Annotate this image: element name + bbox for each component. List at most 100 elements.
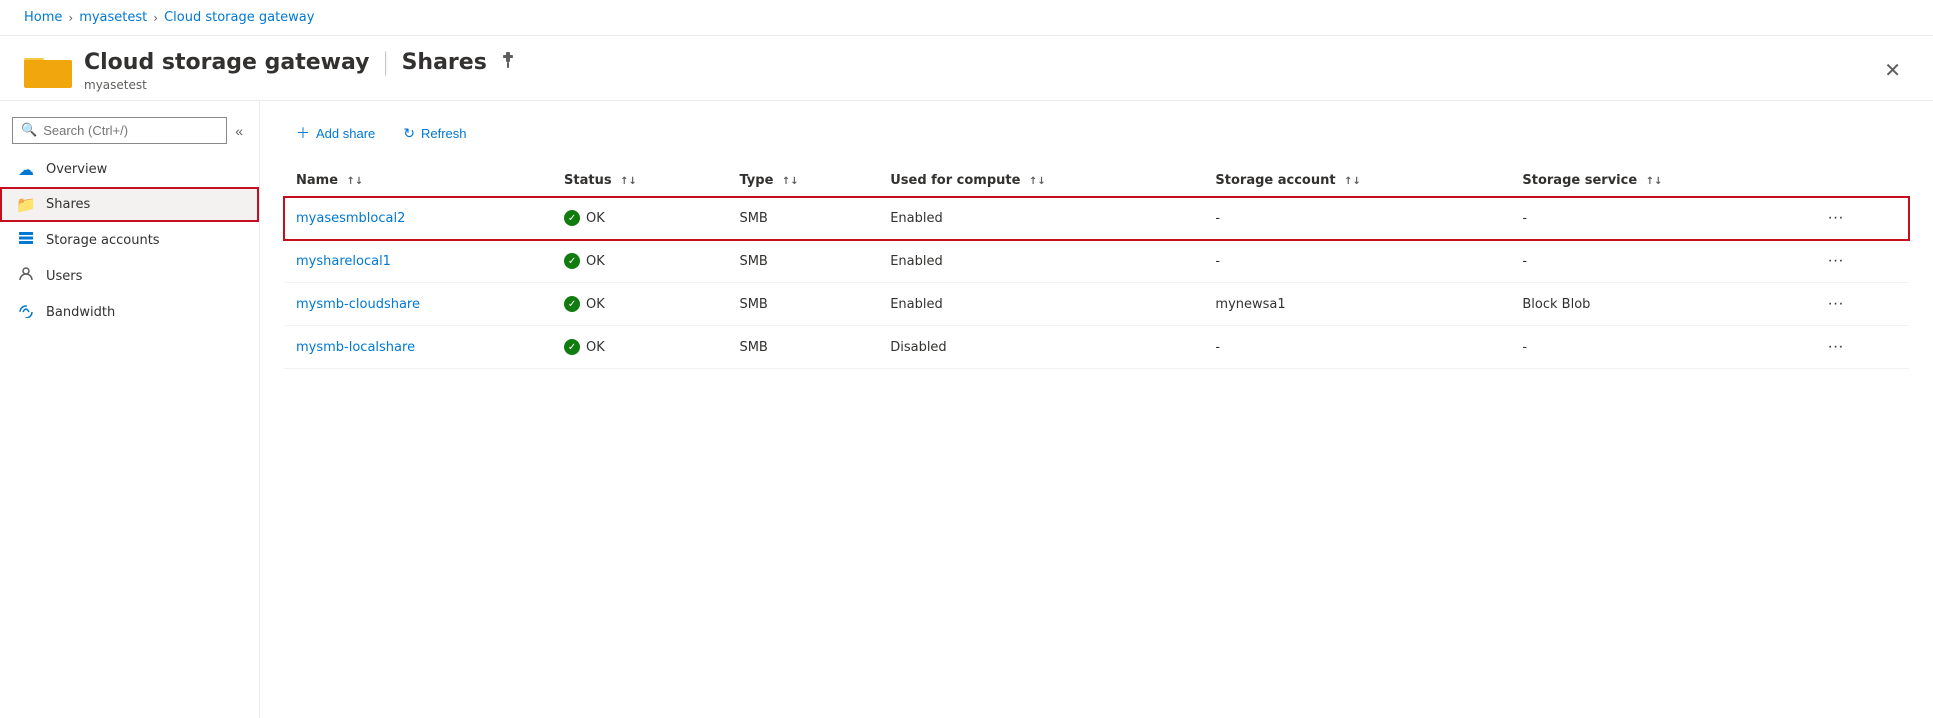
cell-type: SMB xyxy=(727,197,878,240)
col-header-status[interactable]: Status ↑↓ xyxy=(552,165,727,197)
status-label: OK xyxy=(586,254,605,269)
cell-status: OK xyxy=(552,197,727,240)
breadcrumb-sep-1: › xyxy=(68,11,73,25)
sidebar-item-users[interactable]: Users xyxy=(0,258,259,294)
status-ok: OK xyxy=(564,253,715,269)
breadcrumb-home[interactable]: Home xyxy=(24,10,62,25)
cell-name: myasesmblocal2 xyxy=(284,197,552,240)
share-name-link[interactable]: mysmb-localshare xyxy=(296,340,415,355)
sort-icon-name: ↑↓ xyxy=(347,176,364,187)
status-label: OK xyxy=(586,297,605,312)
more-actions-button[interactable]: ··· xyxy=(1820,250,1852,272)
more-actions-button[interactable]: ··· xyxy=(1820,207,1852,229)
status-ok-icon xyxy=(564,210,580,226)
sidebar-item-shares[interactable]: 📁 Shares xyxy=(0,187,259,222)
cell-used-for-compute: Disabled xyxy=(878,326,1203,369)
section-name: Shares xyxy=(402,50,487,75)
table-row[interactable]: mysharelocal1OKSMBEnabled--··· xyxy=(284,240,1909,283)
status-ok: OK xyxy=(564,339,715,355)
folder-icon xyxy=(24,50,72,90)
content-area: 🔍 « ☁ Overview 📁 Shares xyxy=(0,101,1933,718)
cell-name: mysmb-cloudshare xyxy=(284,283,552,326)
breadcrumb: Home › myasetest › Cloud storage gateway xyxy=(0,0,1933,36)
sidebar-item-storage-accounts[interactable]: Storage accounts xyxy=(0,222,259,258)
more-actions-button[interactable]: ··· xyxy=(1820,336,1852,358)
search-container: 🔍 « xyxy=(0,109,259,152)
table-row[interactable]: mysmb-localshareOKSMBDisabled--··· xyxy=(284,326,1909,369)
bandwidth-icon xyxy=(16,302,36,322)
cell-storage-account: - xyxy=(1203,326,1510,369)
col-header-name[interactable]: Name ↑↓ xyxy=(284,165,552,197)
col-header-actions xyxy=(1808,165,1909,197)
table-row[interactable]: mysmb-cloudshareOKSMBEnabledmynewsa1Bloc… xyxy=(284,283,1909,326)
col-header-type[interactable]: Type ↑↓ xyxy=(727,165,878,197)
share-name-link[interactable]: mysharelocal1 xyxy=(296,254,391,269)
toolbar: ＋ Add share ↻ Refresh xyxy=(284,117,1909,149)
status-label: OK xyxy=(586,211,605,226)
pin-icon[interactable] xyxy=(499,51,517,73)
cell-storage-service: - xyxy=(1510,326,1807,369)
table-body: myasesmblocal2OKSMBEnabled--···mysharelo… xyxy=(284,197,1909,369)
main-content: ＋ Add share ↻ Refresh Name ↑↓ Stat xyxy=(260,101,1933,718)
collapse-sidebar-button[interactable]: « xyxy=(231,119,247,143)
col-header-storage-account[interactable]: Storage account ↑↓ xyxy=(1203,165,1510,197)
cell-used-for-compute: Enabled xyxy=(878,240,1203,283)
add-share-button[interactable]: ＋ Add share xyxy=(284,117,387,149)
status-ok-icon xyxy=(564,253,580,269)
cell-storage-account: mynewsa1 xyxy=(1203,283,1510,326)
refresh-label: Refresh xyxy=(421,126,467,141)
close-button[interactable]: ✕ xyxy=(1876,54,1909,87)
cell-more-actions: ··· xyxy=(1808,240,1909,283)
refresh-button[interactable]: ↻ Refresh xyxy=(391,119,478,148)
sidebar-item-bandwidth[interactable]: Bandwidth xyxy=(0,294,259,330)
cell-status: OK xyxy=(552,240,727,283)
cell-storage-service: Block Blob xyxy=(1510,283,1807,326)
status-ok-icon xyxy=(564,296,580,312)
cell-used-for-compute: Enabled xyxy=(878,283,1203,326)
share-name-link[interactable]: mysmb-cloudshare xyxy=(296,297,420,312)
cell-more-actions: ··· xyxy=(1808,197,1909,240)
cell-name: mysmb-localshare xyxy=(284,326,552,369)
page-header: Cloud storage gateway | Shares myasetest… xyxy=(0,36,1933,101)
header-subtitle: myasetest xyxy=(84,78,1864,92)
share-name-link[interactable]: myasesmblocal2 xyxy=(296,211,405,226)
resource-name: Cloud storage gateway xyxy=(84,50,369,75)
cloud-icon: ☁ xyxy=(16,160,36,179)
cell-more-actions: ··· xyxy=(1808,326,1909,369)
shares-table: Name ↑↓ Status ↑↓ Type ↑↓ Used for compu… xyxy=(284,165,1909,369)
col-header-storage-service[interactable]: Storage service ↑↓ xyxy=(1510,165,1807,197)
breadcrumb-cloud-storage-gateway[interactable]: Cloud storage gateway xyxy=(164,10,314,25)
add-icon: ＋ xyxy=(296,123,310,143)
sidebar: 🔍 « ☁ Overview 📁 Shares xyxy=(0,101,260,718)
nav-label-bandwidth: Bandwidth xyxy=(46,305,115,320)
sort-icon-compute: ↑↓ xyxy=(1029,176,1046,187)
folder-nav-icon: 📁 xyxy=(16,195,36,214)
cell-used-for-compute: Enabled xyxy=(878,197,1203,240)
page-title: Cloud storage gateway | Shares xyxy=(84,48,1864,76)
nav-label-users: Users xyxy=(46,269,82,284)
sort-icon-type: ↑↓ xyxy=(782,176,799,187)
sort-icon-status: ↑↓ xyxy=(620,176,637,187)
table-row[interactable]: myasesmblocal2OKSMBEnabled--··· xyxy=(284,197,1909,240)
sidebar-item-overview[interactable]: ☁ Overview xyxy=(0,152,259,187)
storage-icon xyxy=(16,230,36,250)
cell-status: OK xyxy=(552,326,727,369)
cell-status: OK xyxy=(552,283,727,326)
cell-storage-account: - xyxy=(1203,240,1510,283)
more-actions-button[interactable]: ··· xyxy=(1820,293,1852,315)
refresh-icon: ↻ xyxy=(403,125,415,142)
cell-name: mysharelocal1 xyxy=(284,240,552,283)
users-icon xyxy=(16,266,36,286)
search-input[interactable] xyxy=(43,123,218,138)
cell-type: SMB xyxy=(727,326,878,369)
status-ok: OK xyxy=(564,296,715,312)
add-share-label: Add share xyxy=(316,126,375,141)
cell-type: SMB xyxy=(727,240,878,283)
breadcrumb-myasetest[interactable]: myasetest xyxy=(79,10,147,25)
status-label: OK xyxy=(586,340,605,355)
search-box: 🔍 xyxy=(12,117,227,144)
header-title-group: Cloud storage gateway | Shares myasetest xyxy=(84,48,1864,92)
sort-icon-storage-account: ↑↓ xyxy=(1344,176,1361,187)
status-ok-icon xyxy=(564,339,580,355)
col-header-used-for-compute[interactable]: Used for compute ↑↓ xyxy=(878,165,1203,197)
